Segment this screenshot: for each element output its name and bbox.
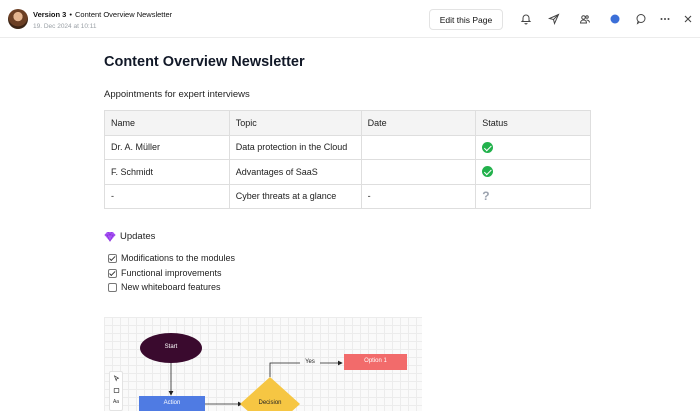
cell-status[interactable]: ? — [475, 183, 591, 209]
check-circle-icon — [482, 141, 494, 153]
action-label: Action — [163, 400, 181, 406]
checklist-item-label: Functional improvements — [121, 268, 222, 278]
rectangle-icon[interactable] — [110, 384, 122, 396]
comment-icon[interactable] — [634, 12, 648, 26]
cell-name[interactable]: F. Schmidt — [104, 159, 230, 185]
column-header-date[interactable]: Date — [360, 110, 477, 136]
checklist-item[interactable]: Modifications to the modules — [108, 253, 235, 263]
section-subtitle: Appointments for expert interviews — [104, 89, 250, 100]
checkbox[interactable] — [108, 253, 117, 263]
table-row: F. Schmidt Advantages of SaaS — [104, 159, 591, 185]
table-header-row: Name Topic Date Status — [104, 110, 591, 136]
table-row: - Cyber threats at a glance - ? — [104, 183, 591, 209]
appointments-table: Name Topic Date Status Dr. A. Müller Dat… — [104, 110, 591, 209]
yes-label: Yes — [305, 359, 315, 365]
checklist-item[interactable]: New whiteboard features — [108, 282, 221, 292]
text-tool-icon[interactable]: Aa — [110, 396, 122, 408]
cell-topic[interactable]: Advantages of SaaS — [228, 159, 362, 185]
option-1-label: Option 1 — [364, 358, 387, 364]
checkbox[interactable] — [108, 282, 117, 292]
cell-date[interactable] — [360, 159, 477, 185]
gem-icon — [104, 231, 116, 242]
meta-separator: • — [69, 10, 72, 19]
whiteboard-embed[interactable]: Start Action Decision Yes Option 1 Aa — [104, 317, 422, 411]
cell-date[interactable]: - — [360, 183, 477, 209]
updates-title: Updates — [120, 231, 156, 242]
question-mark-icon: ? — [482, 189, 490, 204]
page-header: Version 3 • Content Overview Newsletter 19… — [0, 0, 700, 38]
cell-name[interactable]: Dr. A. Müller — [104, 134, 230, 160]
version-meta: Version 3 • Content Overview Newsletter 19… — [33, 10, 172, 31]
close-icon[interactable] — [681, 12, 695, 26]
cursor-icon[interactable] — [110, 372, 122, 384]
version-label[interactable]: Version 3 — [33, 10, 66, 19]
avatar[interactable] — [8, 9, 28, 29]
updates-heading: Updates — [104, 231, 155, 242]
cell-name[interactable]: - — [104, 183, 230, 209]
column-header-name[interactable]: Name — [104, 110, 230, 136]
column-header-topic[interactable]: Topic — [228, 110, 362, 136]
whiteboard-toolbar: Aa — [109, 371, 123, 411]
table-row: Dr. A. Müller Data protection in the Clo… — [104, 134, 591, 160]
bell-icon[interactable] — [519, 12, 533, 26]
timestamp: 19. Dec 2024 at 10:11 — [33, 23, 97, 30]
check-circle-icon — [482, 166, 494, 178]
cell-date[interactable] — [360, 134, 477, 160]
edit-page-button[interactable]: Edit this Page — [429, 9, 503, 30]
cell-topic[interactable]: Cyber threats at a glance — [228, 183, 362, 209]
cell-status[interactable] — [475, 159, 591, 185]
checklist-item-label: Modifications to the modules — [121, 253, 236, 263]
flowchart — [139, 333, 407, 411]
cell-status[interactable] — [475, 134, 591, 160]
checkbox[interactable] — [108, 268, 117, 278]
checklist-item-label: New whiteboard features — [121, 282, 221, 292]
start-label: Start — [164, 344, 178, 350]
decision-label: Decision — [258, 400, 282, 406]
cell-topic[interactable]: Data protection in the Cloud — [228, 134, 362, 160]
connector[interactable] — [269, 362, 300, 377]
column-header-status[interactable]: Status — [475, 110, 591, 136]
users-icon[interactable] — [578, 12, 592, 26]
send-icon[interactable] — [547, 12, 561, 26]
more-icon[interactable] — [658, 12, 672, 26]
checklist-item[interactable]: Functional improvements — [108, 268, 222, 278]
status-dot-icon[interactable] — [608, 12, 622, 26]
doc-title: Content Overview Newsletter — [75, 10, 173, 19]
page-title: Content Overview Newsletter — [104, 54, 305, 70]
